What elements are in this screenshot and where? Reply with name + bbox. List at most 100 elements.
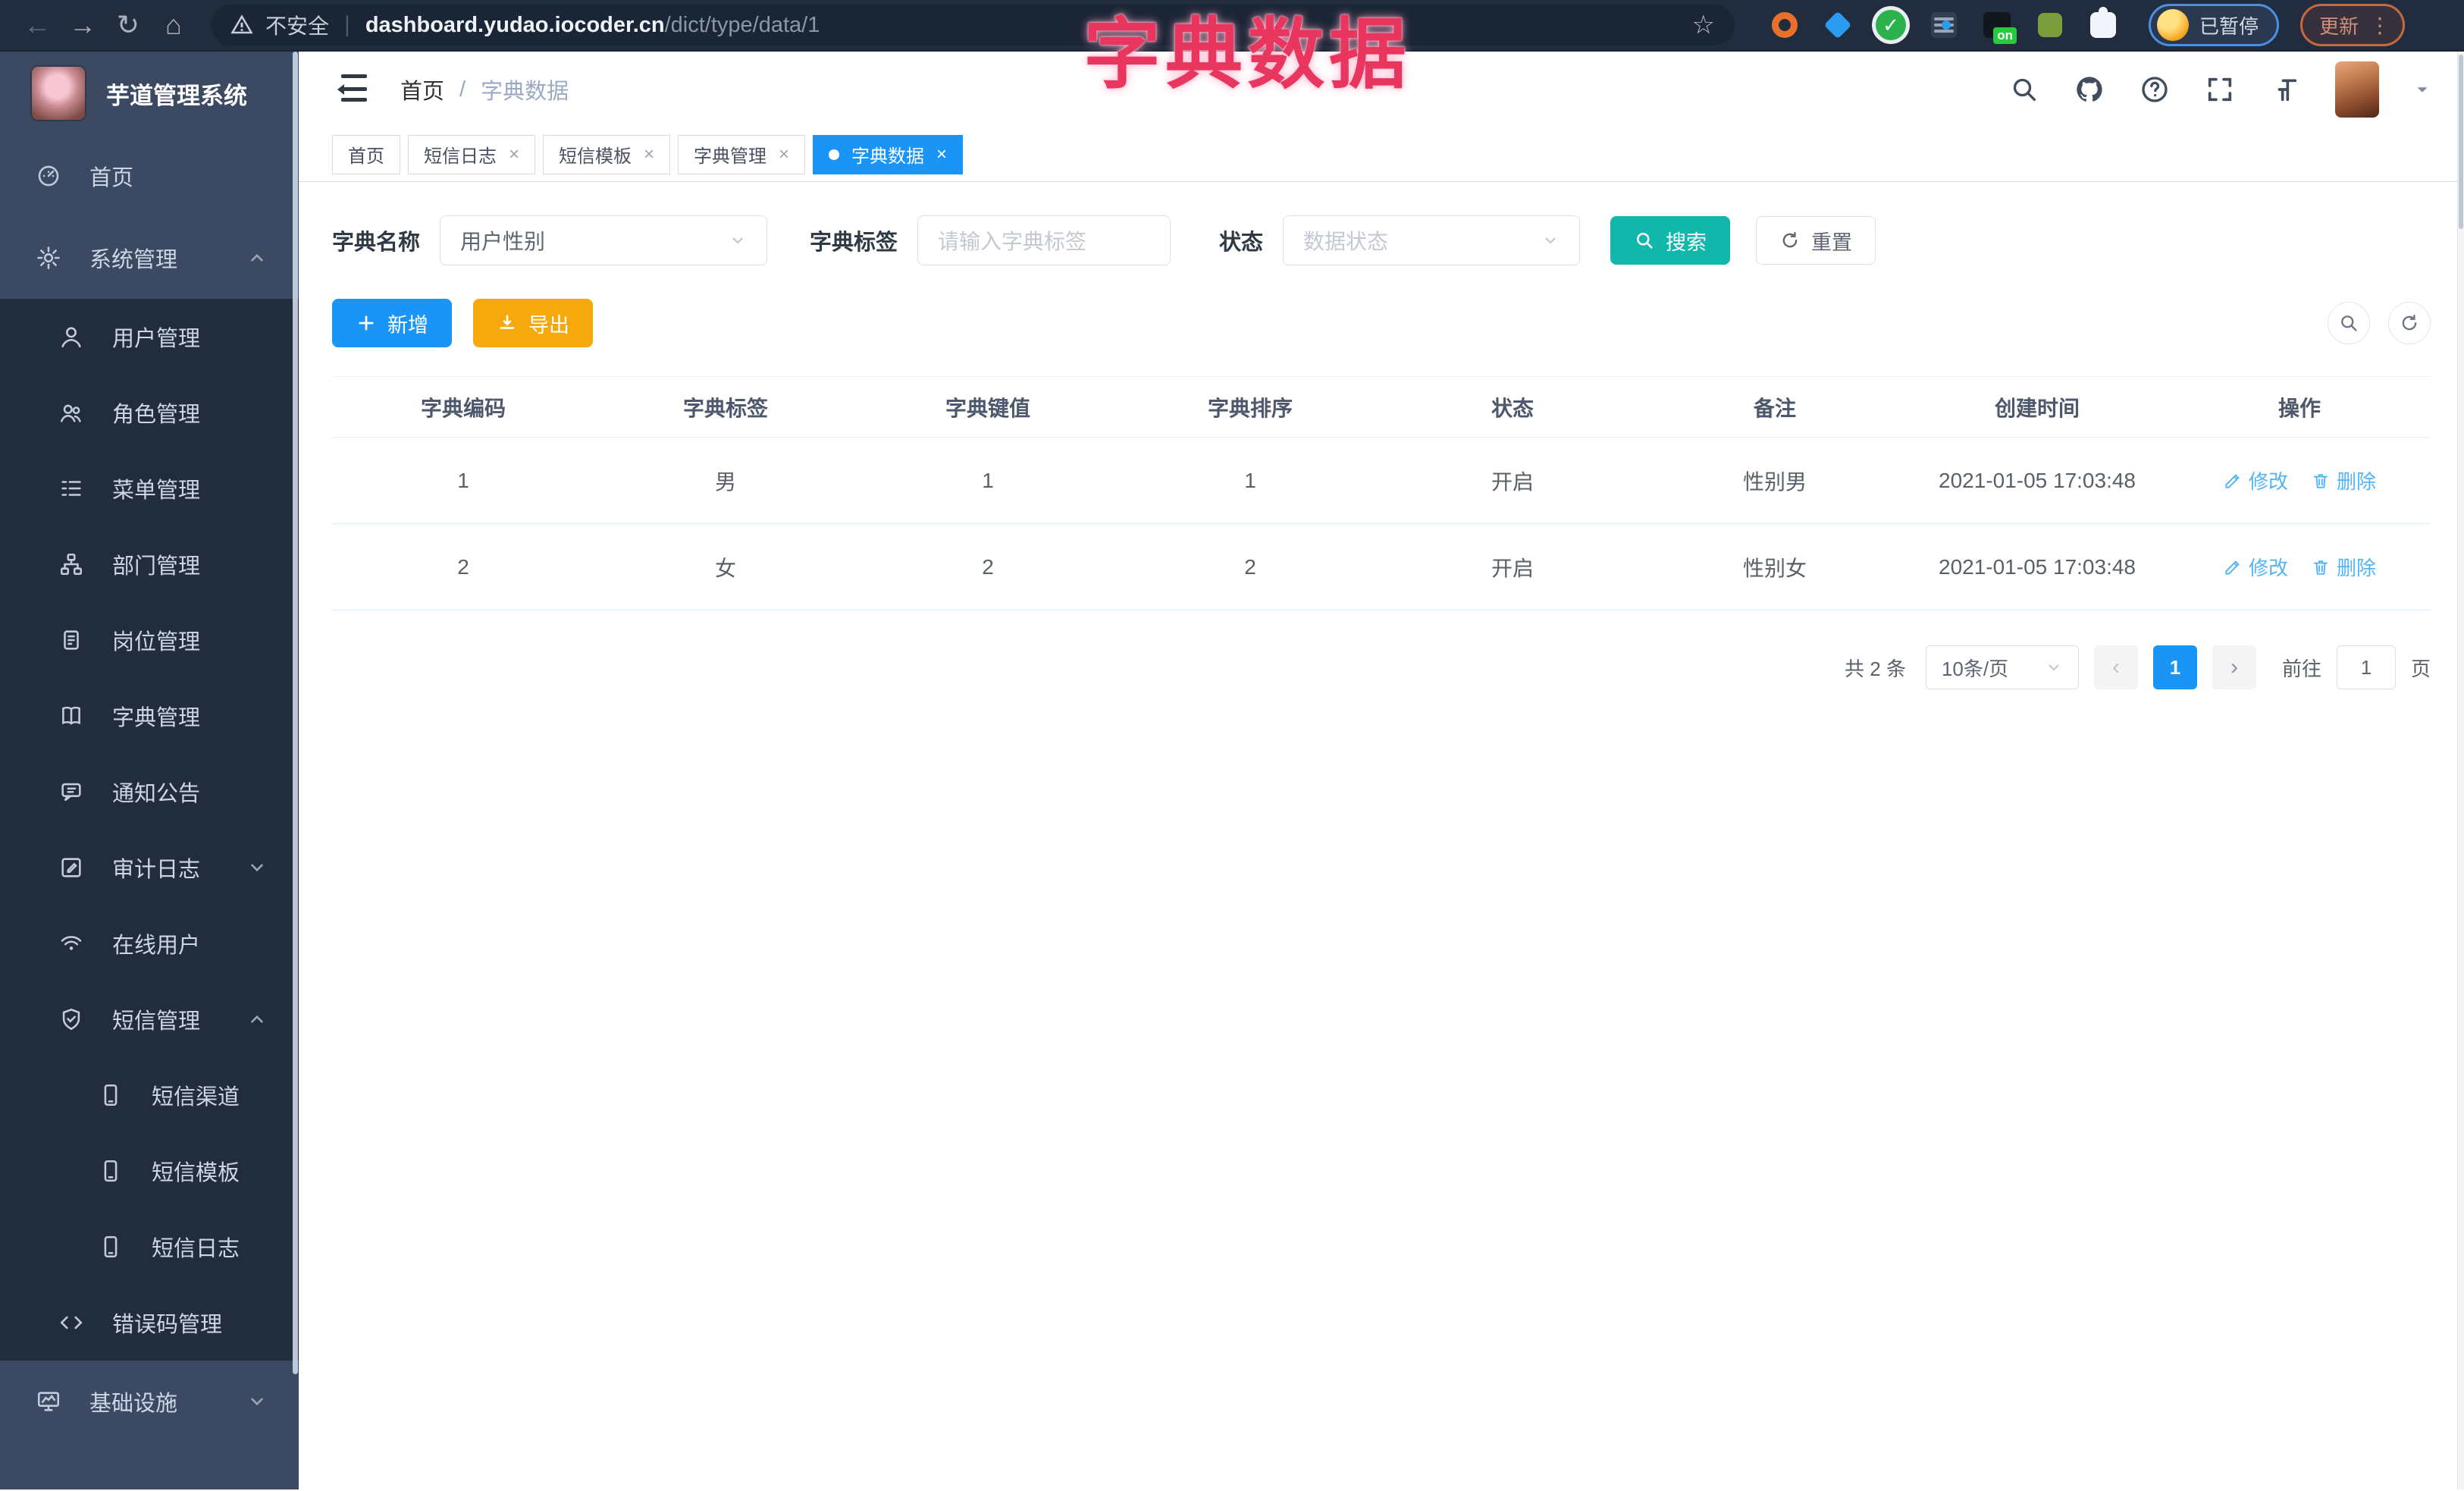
- extension-green-check-icon[interactable]: ✓: [1876, 10, 1906, 40]
- prev-page-button[interactable]: ‹: [2093, 645, 2138, 689]
- edit-link[interactable]: 修改: [2223, 553, 2288, 581]
- page-unit-label: 页: [2410, 657, 2431, 680]
- page-url[interactable]: dashboard.yudao.iocoder.cn/dict/type/dat…: [365, 13, 820, 38]
- profile-emoji-avatar: [2157, 9, 2189, 41]
- status-select[interactable]: 数据状态: [1283, 215, 1581, 265]
- chevron-down-icon: [729, 231, 747, 250]
- help-icon[interactable]: [2140, 74, 2170, 105]
- sidebar-item-home[interactable]: 首页: [0, 135, 299, 217]
- close-icon[interactable]: ×: [509, 144, 519, 165]
- user-avatar[interactable]: [2335, 61, 2379, 118]
- avatar-caret-down-icon[interactable]: [2414, 81, 2431, 98]
- browser-home-button[interactable]: ⌂: [153, 5, 194, 46]
- close-icon[interactable]: ×: [644, 144, 654, 165]
- sidebar-item-menu-management[interactable]: 菜单管理: [0, 450, 299, 526]
- main-area: 首页 / 字典数据 首页 短信日志× 短信模板× 字典管理× 字典数据×: [299, 52, 2464, 1489]
- delete-link[interactable]: 删除: [2311, 466, 2376, 494]
- goto-page-input[interactable]: [2336, 645, 2396, 689]
- breadcrumb-separator: /: [459, 77, 466, 102]
- cell-created: 2021-01-05 17:03:48: [1939, 468, 2136, 492]
- toggle-search-button[interactable]: [2328, 302, 2370, 344]
- search-button[interactable]: 搜索: [1610, 216, 1731, 265]
- dashboard-icon: [35, 163, 62, 189]
- font-size-icon[interactable]: [2270, 74, 2300, 105]
- extension-orange-ring-icon[interactable]: [1770, 10, 1800, 40]
- monitor-icon: [35, 1389, 62, 1414]
- tab-dict-data-active[interactable]: 字典数据 ×: [813, 134, 964, 174]
- tab-sms-template[interactable]: 短信模板 ×: [543, 134, 671, 174]
- dict-name-select[interactable]: 用户性别: [440, 215, 768, 265]
- sidebar-item-audit-log[interactable]: 审计日志: [0, 830, 299, 906]
- sidebar-item-online-users[interactable]: 在线用户: [0, 906, 299, 981]
- badge-icon: [58, 627, 85, 653]
- tab-dict-management[interactable]: 字典管理 ×: [678, 134, 806, 174]
- update-label: 更新: [2319, 14, 2359, 38]
- content: 字典名称 用户性别 字典标签 请输入字典标签 状态 数据状态 搜索 重置 新增 …: [299, 182, 2464, 689]
- col-header: 字典排序: [1207, 396, 1293, 420]
- github-icon[interactable]: [2074, 74, 2105, 105]
- chevron-down-icon: [2045, 658, 2063, 676]
- fullscreen-icon[interactable]: [2205, 74, 2235, 105]
- sidebar-item-post-management[interactable]: 岗位管理: [0, 602, 299, 678]
- sidebar-item-role-management[interactable]: 角色管理: [0, 375, 299, 450]
- cell-status: 开启: [1491, 469, 1534, 494]
- sidebar-item-sms-management[interactable]: 短信管理: [0, 981, 299, 1057]
- browser-update-button[interactable]: 更新 ⋮: [2300, 4, 2406, 46]
- edit-link[interactable]: 修改: [2223, 466, 2288, 494]
- reset-button[interactable]: 重置: [1756, 216, 1876, 265]
- next-page-button[interactable]: ›: [2212, 645, 2256, 689]
- breadcrumb-home-link[interactable]: 首页: [400, 74, 444, 105]
- bookmark-star-icon[interactable]: ☆: [1692, 10, 1715, 40]
- delete-link[interactable]: 删除: [2311, 553, 2376, 581]
- extension-settings-slider-icon[interactable]: [1929, 10, 1959, 40]
- sidebar-item-dict-management[interactable]: 字典管理: [0, 678, 299, 754]
- browser-profile-chip[interactable]: 已暂停: [2149, 4, 2280, 46]
- page-scrollbar[interactable]: [2457, 52, 2464, 1489]
- sidebar-item-system-management[interactable]: 系统管理: [0, 217, 299, 299]
- refresh-table-button[interactable]: [2388, 302, 2431, 344]
- tab-home[interactable]: 首页: [332, 134, 400, 174]
- browser-menu-dots-icon[interactable]: ⋮: [2369, 13, 2390, 38]
- tab-sms-log[interactable]: 短信日志 ×: [408, 134, 536, 174]
- sidebar-item-dept-management[interactable]: 部门管理: [0, 526, 299, 602]
- sidebar-scrollbar[interactable]: [293, 52, 298, 1375]
- add-button[interactable]: 新增: [332, 299, 452, 347]
- close-icon[interactable]: ×: [936, 144, 947, 165]
- browser-back-button[interactable]: ←: [17, 5, 58, 46]
- sidebar-collapse-icon[interactable]: [332, 74, 367, 105]
- extension-green-leaf-icon[interactable]: [2035, 10, 2065, 40]
- search-icon: [1637, 232, 1653, 249]
- cell-status: 开启: [1491, 556, 1534, 580]
- extension-blue-gem-icon[interactable]: [1823, 10, 1853, 40]
- browser-reload-button[interactable]: ↻: [108, 5, 149, 46]
- cell-remark: 性别男: [1742, 469, 1807, 494]
- extension-on-badge-icon[interactable]: on: [1982, 10, 2017, 44]
- header-search-icon[interactable]: [2009, 74, 2039, 105]
- page-1-button[interactable]: 1: [2152, 645, 2197, 689]
- export-button[interactable]: 导出: [473, 299, 593, 347]
- profile-status-label: 已暂停: [2199, 14, 2259, 38]
- pagination: 共 2 条 10条/页 ‹ 1 › 前往 页: [332, 645, 2431, 689]
- security-label[interactable]: 不安全: [265, 10, 329, 40]
- extension-puzzle-icon[interactable]: [2088, 7, 2118, 40]
- app-title: 芋道管理系统: [106, 82, 247, 109]
- sidebar-item-sms-channel[interactable]: 短信渠道: [0, 1057, 299, 1133]
- address-bar[interactable]: 不安全 | dashboard.yudao.iocoder.cn/dict/ty…: [211, 5, 1735, 46]
- sidebar-item-notice[interactable]: 通知公告: [0, 754, 299, 830]
- page-header: 首页 / 字典数据: [299, 52, 2464, 127]
- close-icon[interactable]: ×: [779, 144, 789, 165]
- table-row: 1 男 1 1 开启 性别男 2021-01-05 17:03:48 修改 删除: [332, 438, 2431, 524]
- sidebar-item-user-management[interactable]: 用户管理: [0, 299, 299, 375]
- page-size-select[interactable]: 10条/页: [1925, 645, 2079, 689]
- sidebar-item-sms-log[interactable]: 短信日志: [0, 1209, 299, 1285]
- dict-label-input[interactable]: 请输入字典标签: [917, 215, 1171, 265]
- cell-label: 女: [714, 556, 736, 580]
- code-icon: [58, 1310, 85, 1336]
- url-path: /dict/type/data/1: [664, 12, 820, 37]
- sidebar-item-error-code[interactable]: 错误码管理: [0, 1285, 299, 1361]
- browser-forward-button[interactable]: →: [62, 5, 103, 46]
- dict-label-label: 字典标签: [810, 231, 898, 255]
- sidebar-item-infrastructure[interactable]: 基础设施: [0, 1361, 299, 1442]
- search-icon: [2341, 315, 2357, 331]
- sidebar-item-sms-template[interactable]: 短信模板: [0, 1133, 299, 1209]
